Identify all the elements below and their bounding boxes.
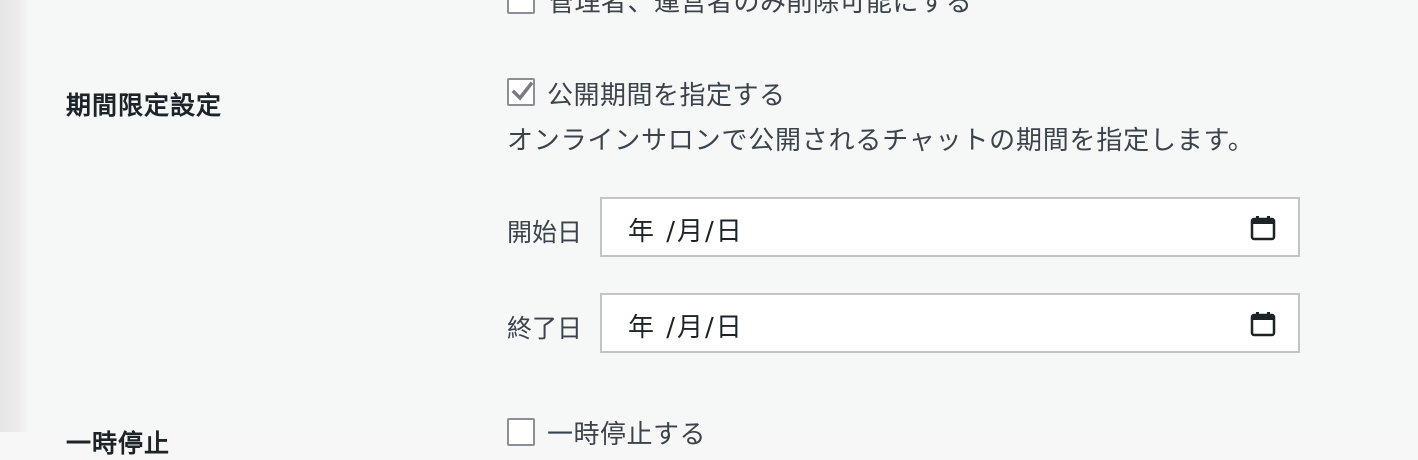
left-panel-edge [0,0,28,432]
top-option-label: 管理者、運営者のみ削除可能にする [548,0,973,18]
period-section-title: 期間限定設定 [66,91,223,120]
checkmark-icon [511,81,533,101]
pause-section-title: 一時停止 [66,429,171,458]
start-date-label: 開始日 [507,218,583,247]
start-date-value: 年 /月/日 [628,217,744,247]
end-date-value: 年 /月/日 [628,313,744,343]
end-date-label: 終了日 [507,314,583,343]
period-checkbox[interactable] [507,78,535,106]
calendar-icon[interactable] [1250,215,1276,241]
pause-checkbox-label: 一時停止する [547,420,707,450]
start-date-input[interactable]: 年 /月/日 [600,197,1300,257]
calendar-icon[interactable] [1250,311,1276,337]
pause-checkbox[interactable] [507,418,535,446]
end-date-input[interactable]: 年 /月/日 [600,293,1300,353]
top-option-checkbox[interactable] [507,0,535,14]
period-description: オンラインサロンで公開されるチャットの期間を指定します。 [507,126,1255,156]
period-checkbox-label: 公開期間を指定する [547,81,786,111]
